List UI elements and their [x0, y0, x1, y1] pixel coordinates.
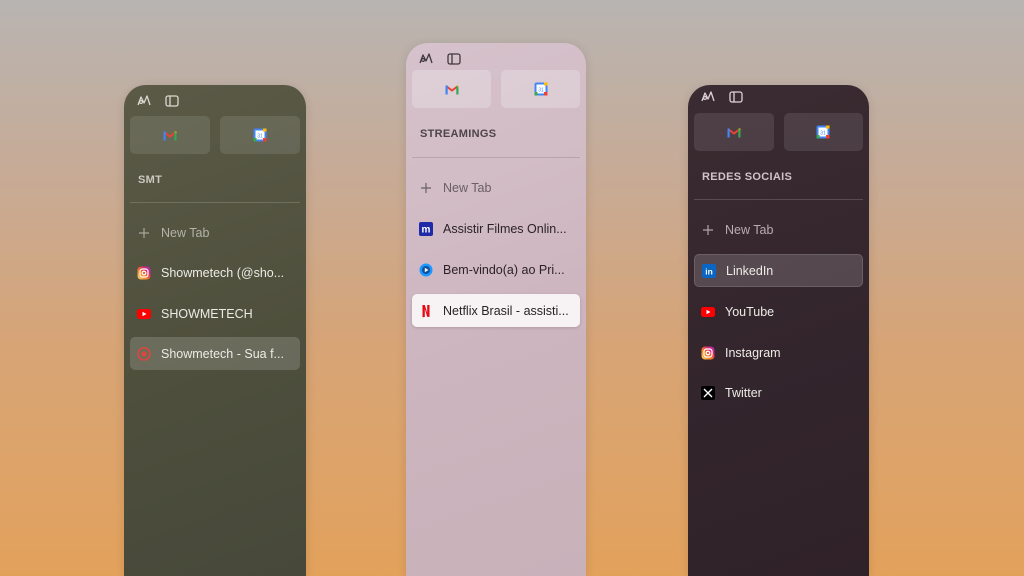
tab-title: LinkedIn — [726, 263, 774, 278]
tab-assistir-filmes[interactable]: m Assistir Filmes Onlin... — [412, 212, 580, 245]
tab-showmetech-site[interactable]: Showmetech - Sua f... — [130, 337, 300, 370]
divider — [412, 157, 580, 158]
pinned-gmail[interactable] — [130, 116, 210, 154]
new-tab-label: New Tab — [725, 222, 774, 237]
prime-video-icon — [419, 263, 433, 277]
sidebar-panel-streamings: 31 STREAMINGS New Tab m Assistir Filmes … — [406, 43, 586, 576]
instagram-icon — [701, 346, 715, 360]
new-tab-button[interactable]: New Tab — [694, 213, 863, 246]
tab-prime-video[interactable]: Bem-vindo(a) ao Pri... — [412, 253, 580, 286]
plus-icon — [137, 226, 151, 240]
section-title: STREAMINGS — [420, 128, 497, 140]
sidebar-toggle-icon[interactable] — [164, 93, 180, 109]
tab-linkedin[interactable]: in LinkedIn — [694, 254, 863, 287]
youtube-icon — [701, 305, 715, 319]
svg-text:31: 31 — [257, 134, 263, 140]
sidebar-panel-smt: 31 SMT New Tab Showmetech (@sho... SHOWM… — [124, 85, 306, 576]
tab-title: Netflix Brasil - assisti... — [443, 303, 569, 318]
tab-title: Twitter — [725, 385, 762, 400]
tab-instagram[interactable]: Instagram — [694, 336, 863, 369]
pinned-calendar[interactable]: 31 — [220, 116, 300, 154]
svg-text:31: 31 — [820, 131, 826, 137]
workspace-icon[interactable] — [418, 51, 434, 67]
x-twitter-icon — [701, 385, 715, 400]
new-tab-button[interactable]: New Tab — [130, 216, 300, 249]
gmail-icon — [727, 125, 741, 139]
showmetech-logo-icon — [137, 346, 151, 361]
section-title: SMT — [138, 174, 163, 186]
gmail-icon — [163, 128, 177, 142]
tab-title: Showmetech (@sho... — [161, 265, 285, 280]
gmail-icon — [444, 82, 459, 96]
section-title: REDES SOCIAIS — [702, 171, 793, 183]
tab-title: Showmetech - Sua f... — [161, 346, 284, 361]
linkedin-icon: in — [702, 263, 716, 278]
workspace-icon[interactable] — [136, 93, 152, 109]
new-tab-label: New Tab — [443, 180, 492, 195]
google-calendar-icon: 31 — [253, 128, 267, 142]
tab-showmetech-instagram[interactable]: Showmetech (@sho... — [130, 256, 300, 289]
divider — [130, 202, 300, 203]
divider — [694, 199, 863, 200]
tab-title: YouTube — [725, 304, 775, 319]
tab-youtube[interactable]: YouTube — [694, 295, 863, 328]
new-tab-button[interactable]: New Tab — [412, 171, 580, 204]
google-calendar-icon: 31 — [816, 125, 830, 139]
streaming-site-icon: m — [419, 221, 433, 236]
google-calendar-icon: 31 — [534, 82, 548, 96]
pinned-gmail[interactable] — [412, 70, 491, 108]
sidebar-panel-redes-sociais: 31 REDES SOCIAIS New Tab in LinkedIn You… — [688, 85, 869, 576]
pinned-calendar[interactable]: 31 — [501, 70, 580, 108]
new-tab-label: New Tab — [161, 225, 210, 240]
tab-showmetech-youtube[interactable]: SHOWMETECH — [130, 297, 300, 330]
sidebar-toggle-icon[interactable] — [728, 89, 744, 105]
plus-icon — [701, 223, 715, 237]
tab-netflix[interactable]: Netflix Brasil - assisti... — [412, 294, 580, 327]
sidebar-toggle-icon[interactable] — [446, 51, 462, 67]
tab-title: SHOWMETECH — [161, 306, 253, 321]
tab-title: Assistir Filmes Onlin... — [443, 221, 567, 236]
pinned-calendar[interactable]: 31 — [783, 113, 863, 151]
plus-icon — [419, 181, 433, 195]
youtube-icon — [137, 307, 151, 321]
svg-text:in: in — [705, 266, 713, 276]
svg-text:31: 31 — [538, 88, 544, 94]
workspace-icon[interactable] — [700, 89, 716, 105]
svg-text:m: m — [422, 224, 431, 235]
tab-title: Bem-vindo(a) ao Pri... — [443, 262, 565, 277]
instagram-icon — [137, 266, 151, 280]
netflix-icon — [419, 304, 433, 318]
tab-title: Instagram — [725, 345, 781, 360]
tab-twitter[interactable]: Twitter — [694, 376, 863, 409]
pinned-gmail[interactable] — [694, 113, 774, 151]
